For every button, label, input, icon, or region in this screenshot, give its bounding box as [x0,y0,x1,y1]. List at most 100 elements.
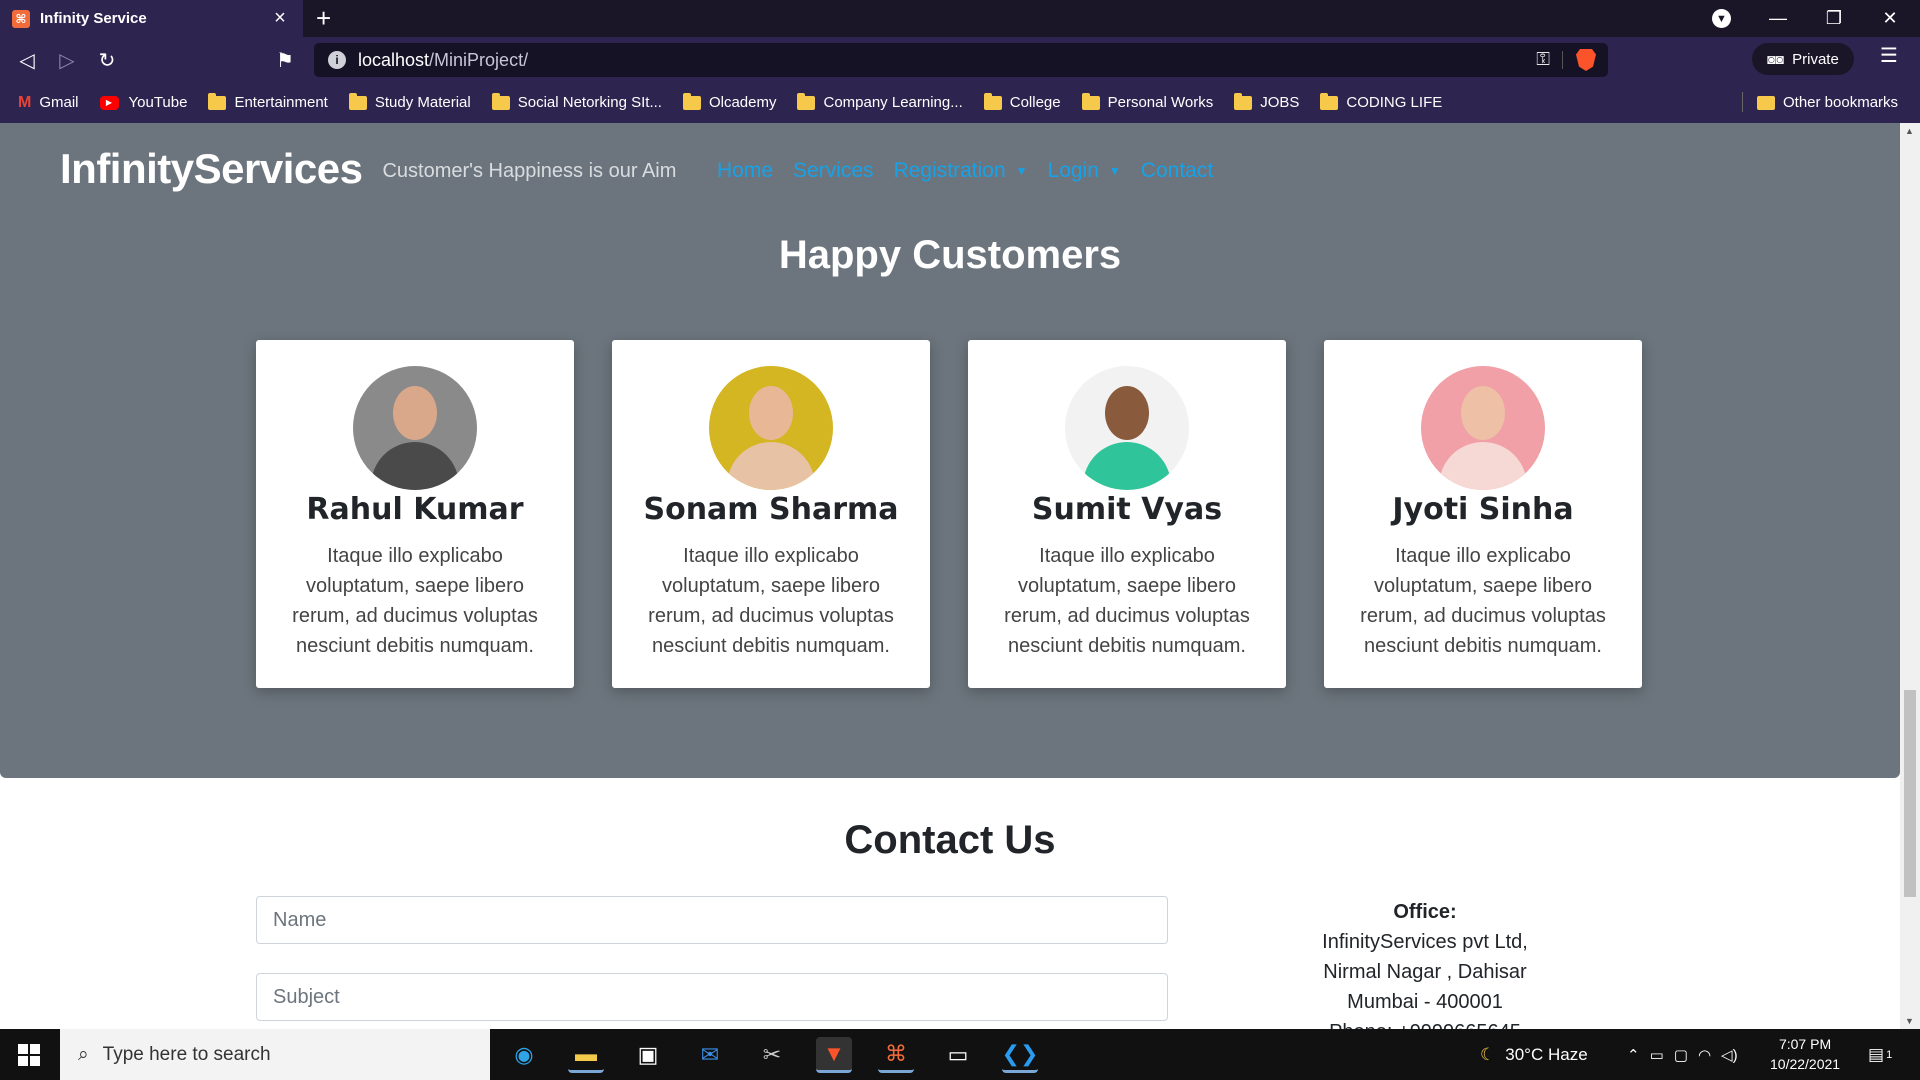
close-window-button[interactable]: ✕ [1862,0,1918,37]
bookmark-olcademy[interactable]: Olcademy [682,92,776,111]
bookmark-coding-life[interactable]: CODING LIFE [1320,92,1443,111]
back-button[interactable]: ◁ [12,45,42,75]
weather-widget[interactable]: ☾ 30°C Haze [1480,1029,1588,1080]
brave-browser-icon[interactable]: ▼ [816,1037,852,1073]
tab-search-icon[interactable]: ▼ [1712,9,1731,28]
bookmark-college[interactable]: College [983,92,1061,111]
site-brand[interactable]: InfinityServices [60,145,363,193]
bookmark-label: JOBS [1260,94,1300,111]
customer-name: Rahul Kumar [306,492,524,527]
office-phone: Phone: +9999665645 [1300,1017,1550,1029]
bookmark-personal-works[interactable]: Personal Works [1081,92,1213,111]
password-key-icon[interactable]: ⚿ [1536,49,1550,70]
customer-avatar [709,366,833,490]
notifications-button[interactable]: ▤ 1 [1868,1029,1892,1080]
page-scrollbar[interactable]: ▲ ▼ [1900,123,1920,1029]
vscode-icon[interactable]: ❮❯ [1002,1037,1038,1073]
bookmark-study-material[interactable]: Study Material [348,92,471,111]
bookmark-youtube[interactable]: ▶ YouTube [99,94,187,111]
url-text[interactable]: localhost/MiniProject/ [358,50,528,71]
tab-close-icon[interactable]: × [269,7,291,30]
nav-login-dropdown[interactable]: Login ▼ [1048,159,1121,183]
terminal-icon[interactable]: ▭ [940,1037,976,1073]
avatar-head [1105,386,1149,440]
minimize-button[interactable]: — [1750,0,1806,37]
xampp-favicon-icon: ⌘ [12,9,30,28]
restore-button[interactable]: ❐ [1806,0,1862,37]
tray-chevron-icon[interactable]: ⌃ [1627,1046,1640,1064]
store-icon[interactable]: ▣ [630,1037,666,1073]
volume-icon[interactable]: ◁) [1721,1046,1738,1064]
folder-icon [682,92,701,110]
nav-contact[interactable]: Contact [1141,159,1213,183]
nav-home[interactable]: Home [717,159,773,183]
browser-menu-icon[interactable]: ☰ [1880,43,1898,68]
customer-card: Jyoti Sinha Itaque illo explicabo volupt… [1324,340,1642,688]
windows-taskbar: ⌕ Type here to search ◉ ▬ ▣ ✉ ✂ ▼ ⌘ ▭ ❮❯… [0,1029,1920,1080]
brave-shields-icon[interactable] [1576,49,1596,71]
customer-card: Rahul Kumar Itaque illo explicabo volupt… [256,340,574,688]
windows-start-icon[interactable] [18,1044,40,1066]
folder-icon [1320,92,1339,110]
customer-card: Sumit Vyas Itaque illo explicabo volupta… [968,340,1286,688]
customer-avatar [1421,366,1545,490]
bookmark-company-learning[interactable]: Company Learning... [797,92,963,111]
nav-registration-label: Registration [893,159,1006,182]
folder-icon [1081,92,1100,110]
xampp-icon[interactable]: ⌘ [878,1037,914,1073]
bookmark-entertainment[interactable]: Entertainment [208,92,328,111]
snipping-tool-icon[interactable]: ✂ [754,1037,790,1073]
contact-title: Contact Us [844,818,1056,862]
moon-icon: ☾ [1480,1044,1496,1064]
office-label: Office: [1393,901,1457,923]
taskbar-search[interactable]: ⌕ Type here to search [60,1029,490,1080]
folder-icon [208,92,227,110]
customer-testimonial: Itaque illo explicabo voluptatum, saepe … [1004,545,1250,657]
battery-icon[interactable]: ▭ [1650,1046,1664,1064]
mail-icon[interactable]: ✉ [692,1037,728,1073]
taskbar-clock[interactable]: 7:07 PM 10/22/2021 [1770,1034,1840,1074]
notification-count: 1 [1886,1048,1893,1061]
contact-name-input[interactable]: Name [256,896,1168,944]
site-nav-links: Home Services Registration ▼ Login ▼ Conta… [717,159,1213,183]
new-tab-button[interactable]: + [316,3,331,33]
bookmark-social-networking[interactable]: Social Netorking SIt... [491,92,662,111]
scroll-down-icon[interactable]: ▼ [1905,1016,1914,1026]
bookmarks-bar: M Gmail ▶ YouTube Entertainment Study Mate… [0,82,1920,123]
scroll-up-icon[interactable]: ▲ [1905,126,1914,136]
device-icon[interactable]: ▢ [1674,1046,1688,1064]
edge-icon[interactable]: ◉ [506,1037,542,1073]
nav-services[interactable]: Services [793,159,874,183]
scrollbar-thumb[interactable] [1904,690,1916,897]
office-line: InfinityServices pvt Ltd, [1322,931,1528,953]
contact-subject-input[interactable]: Subject [256,973,1168,1021]
page-viewport: InfinityServices Customer's Happiness is… [0,123,1900,1029]
reload-button[interactable]: ↻ [92,45,122,75]
browser-tab[interactable]: ⌘ Infinity Service × [0,0,303,37]
site-info-icon[interactable]: i [328,51,346,69]
search-icon: ⌕ [78,1043,89,1065]
file-explorer-icon[interactable]: ▬ [568,1037,604,1073]
wifi-icon[interactable]: ◠ [1698,1046,1711,1064]
avatar-body [1083,442,1171,490]
forward-button[interactable]: ▷ [52,45,82,75]
customer-testimonial: Itaque illo explicabo voluptatum, saepe … [1360,545,1606,657]
address-bar[interactable]: i localhost/MiniProject/ ⚿ [314,43,1608,77]
bookmark-icon[interactable]: ⚑ [270,45,300,75]
tab-title: Infinity Service [40,10,147,27]
bookmark-label: CODING LIFE [1346,94,1443,111]
other-bookmarks[interactable]: Other bookmarks [1757,82,1898,123]
nav-registration-dropdown[interactable]: Registration ▼ [894,159,1028,183]
private-window-badge[interactable]: ◙◙ Private [1752,43,1854,75]
bookmarks-separator [1742,92,1743,112]
office-address: Office: InfinityServices pvt Ltd, Nirmal… [1300,897,1550,1029]
bookmark-label: Company Learning... [823,94,963,111]
youtube-icon: ▶ [99,95,119,110]
avatar-head [1461,386,1505,440]
folder-icon [491,92,510,110]
url-host: localhost [358,49,430,70]
folder-icon [1757,95,1775,110]
bookmark-gmail[interactable]: M Gmail [18,94,79,112]
bookmark-jobs[interactable]: JOBS [1234,92,1300,111]
caret-down-icon: ▼ [1108,164,1121,179]
